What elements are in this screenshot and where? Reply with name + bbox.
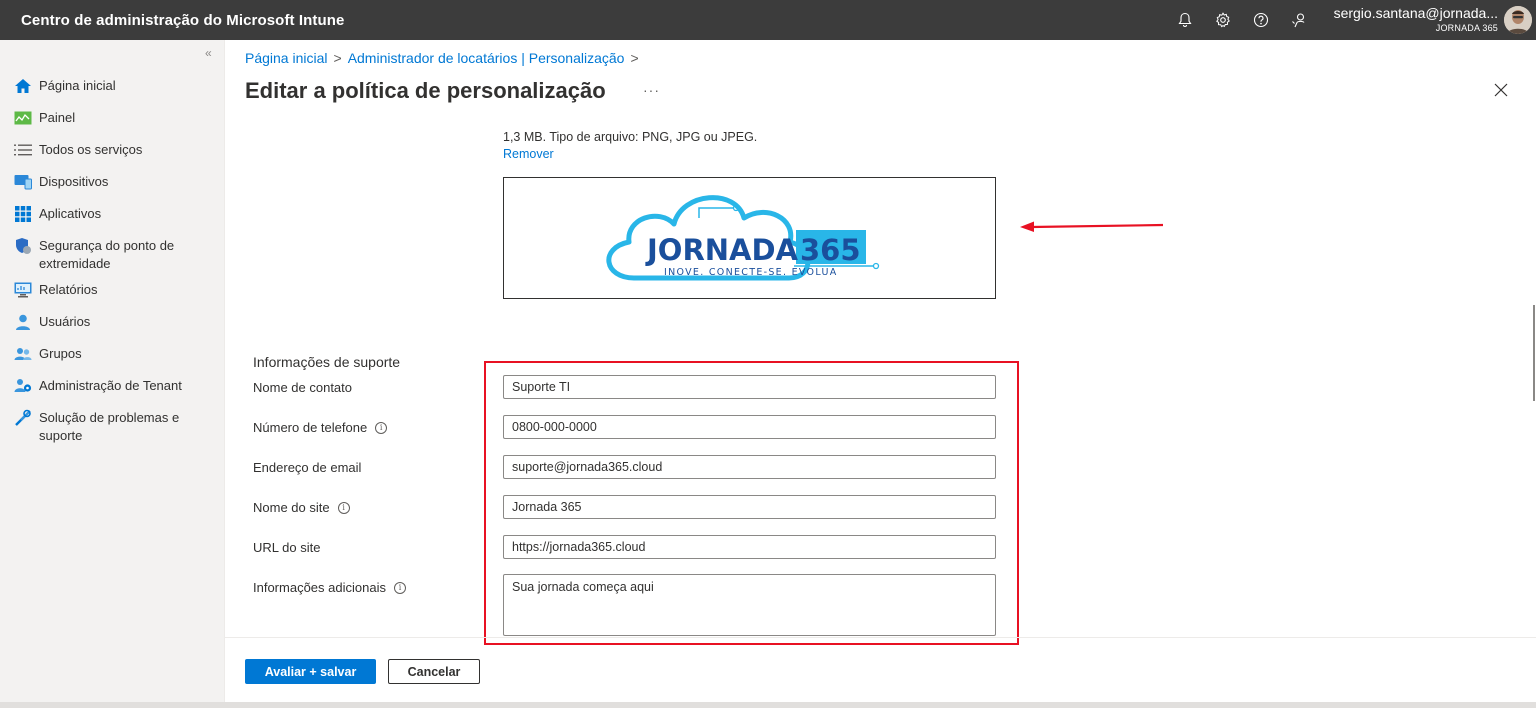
additional-info-label: Informações adicionais i — [253, 580, 406, 595]
close-icon[interactable] — [1491, 80, 1511, 100]
sidebar-item-label: Grupos — [39, 346, 82, 361]
sidebar-item-users[interactable]: Usuários — [0, 308, 225, 340]
footer-divider — [225, 637, 1536, 638]
sidebar-item-all-services[interactable]: Todos os serviços — [0, 136, 225, 168]
jornada365-logo: JORNADA 365 INOVE. CONECTE-SE. EVOLUA — [606, 195, 880, 281]
devices-icon — [14, 173, 32, 191]
feedback-icon[interactable] — [1280, 0, 1318, 40]
site-url-label: URL do site — [253, 540, 320, 555]
sidebar-item-label: Solução de problemas e suporte — [39, 410, 180, 443]
top-bar: Centro de administração do Microsoft Int… — [0, 0, 1536, 40]
info-icon[interactable]: i — [393, 581, 406, 594]
file-size-note: 1,3 MB. Tipo de arquivo: PNG, JPG ou JPE… — [503, 130, 758, 144]
gear-icon[interactable] — [1204, 0, 1242, 40]
list-icon — [14, 141, 32, 159]
app-title[interactable]: Centro de administração do Microsoft Int… — [21, 12, 345, 29]
help-icon[interactable] — [1242, 0, 1280, 40]
phone-label: Número de telefone i — [253, 420, 388, 435]
avatar[interactable] — [1504, 6, 1532, 34]
sidebar-item-apps[interactable]: Aplicativos — [0, 200, 225, 232]
sidebar-item-label: Administração de Tenant — [39, 378, 182, 393]
site-name-label: Nome do site i — [253, 500, 350, 515]
home-icon — [14, 77, 32, 95]
tools-icon — [14, 409, 32, 427]
additional-info-field[interactable]: Sua jornada começa aqui — [503, 574, 996, 636]
support-section-title: Informações de suporte — [253, 354, 401, 370]
sidebar-item-label: Aplicativos — [39, 206, 102, 221]
user-icon — [14, 313, 32, 331]
account-info[interactable]: sergio.santana@jornada... JORNADA 365 — [1320, 4, 1498, 34]
shield-icon — [14, 237, 32, 255]
sidebar-item-tenant-admin[interactable]: Administração de Tenant — [0, 372, 225, 404]
site-url-field[interactable] — [503, 535, 996, 559]
sidebar-item-label: Todos os serviços — [39, 142, 143, 157]
logo-tagline: INOVE. CONECTE-SE. EVOLUA — [664, 267, 838, 278]
sidebar-item-dashboard[interactable]: Painel — [0, 104, 225, 136]
sidebar-item-reports[interactable]: Relatórios — [0, 276, 225, 308]
sidebar-item-troubleshooting[interactable]: Solução de problemas e suporte — [0, 404, 225, 448]
email-field[interactable] — [503, 455, 996, 479]
additional-info-label-text: Informações adicionais — [253, 580, 386, 595]
groups-icon — [14, 345, 32, 363]
bell-icon[interactable] — [1166, 0, 1204, 40]
sidebar-item-label: Painel — [39, 110, 76, 125]
logo-main-text: JORNADA — [645, 233, 799, 267]
annotation-arrow — [1020, 221, 1163, 232]
tenant-admin-icon — [14, 377, 32, 395]
contact-name-label-text: Nome de contato — [253, 380, 353, 395]
phone-label-text: Número de telefone — [253, 420, 368, 435]
cancel-button[interactable]: Cancelar — [388, 659, 480, 684]
more-options-button[interactable]: ··· — [643, 82, 660, 98]
info-icon[interactable]: i — [337, 501, 350, 514]
breadcrumb-separator: > — [333, 50, 342, 66]
bottom-bar — [0, 702, 1536, 708]
sidebar-item-label: Relatórios — [39, 282, 98, 297]
sidebar-item-label: Usuários — [39, 314, 91, 329]
breadcrumb-home-link[interactable]: Página inicial — [245, 50, 328, 66]
sidebar-item-label: Página inicial — [39, 78, 116, 93]
sidebar-item-home[interactable]: Página inicial — [0, 72, 225, 104]
sidebar-item-label: Dispositivos — [39, 174, 109, 189]
breadcrumb: Página inicial > Administrador de locatári… — [245, 50, 645, 66]
site-name-label-text: Nome do site — [253, 500, 330, 515]
breadcrumb-separator: > — [630, 50, 639, 66]
review-save-button[interactable]: Avaliar + salvar — [245, 659, 376, 684]
logo-preview: JORNADA 365 INOVE. CONECTE-SE. EVOLUA — [503, 177, 996, 299]
page-title: Editar a política de personalização — [245, 78, 606, 103]
contact-name-label: Nome de contato — [253, 380, 352, 395]
sidebar: « Página inicial Painel Todos os serviço… — [0, 40, 225, 702]
main-content: Página inicial > Administrador de locatári… — [225, 40, 1536, 702]
sidebar-item-groups[interactable]: Grupos — [0, 340, 225, 372]
logo-number-text: 365 — [800, 233, 861, 267]
account-email: sergio.santana@jornada... — [1333, 5, 1498, 21]
reports-icon — [14, 281, 32, 299]
topbar-icons — [1166, 0, 1318, 40]
sidebar-nav: Página inicial Painel Todos os serviços … — [0, 72, 225, 448]
scrollbar[interactable] — [1533, 305, 1535, 401]
sidebar-item-endpoint-security[interactable]: Segurança do ponto de extremidade — [0, 232, 225, 276]
info-icon[interactable]: i — [375, 421, 388, 434]
collapse-sidebar-icon[interactable]: « — [205, 46, 212, 60]
email-label-text: Endereço de email — [253, 460, 362, 475]
sidebar-item-devices[interactable]: Dispositivos — [0, 168, 225, 200]
site-name-field[interactable] — [503, 495, 996, 519]
account-tenant: JORNADA 365 — [1435, 23, 1498, 33]
breadcrumb-tenant-admin-link[interactable]: Administrador de locatários | Personaliz… — [348, 50, 625, 66]
site-url-label-text: URL do site — [253, 540, 321, 555]
dashboard-icon — [14, 109, 32, 127]
email-label: Endereço de email — [253, 460, 361, 475]
phone-field[interactable] — [503, 415, 996, 439]
apps-icon — [14, 205, 32, 223]
remove-logo-link[interactable]: Remover — [503, 147, 554, 161]
contact-name-field[interactable] — [503, 375, 996, 399]
sidebar-item-label: Segurança do ponto de extremidade — [39, 238, 175, 271]
